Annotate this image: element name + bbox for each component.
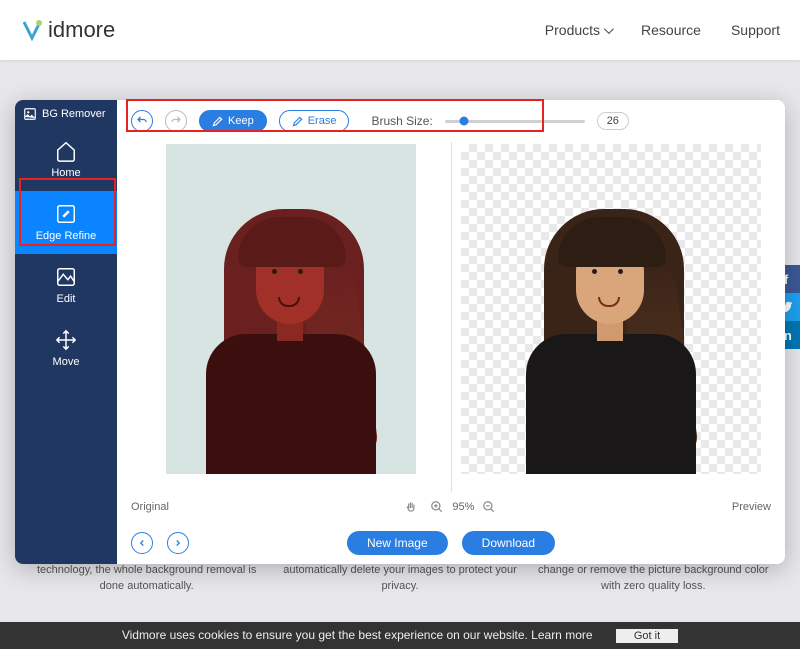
redo-button[interactable] xyxy=(165,110,187,132)
brush-keep-icon xyxy=(212,116,223,127)
nav-resource[interactable]: Resource xyxy=(641,22,701,38)
zoom-out-icon[interactable] xyxy=(482,500,496,514)
chevron-down-icon xyxy=(604,24,614,34)
nav-products[interactable]: Products xyxy=(545,22,611,38)
undo-button[interactable] xyxy=(131,110,153,132)
preview-photo xyxy=(461,144,761,474)
nav-support[interactable]: Support xyxy=(731,22,780,38)
site-header: idmore Products Resource Support xyxy=(0,0,800,60)
new-image-button[interactable]: New Image xyxy=(347,531,448,555)
move-icon xyxy=(55,329,77,351)
keep-button[interactable]: Keep xyxy=(199,110,267,132)
image-icon xyxy=(23,107,37,121)
edit-icon xyxy=(55,266,77,288)
next-image-button[interactable] xyxy=(167,532,189,554)
cookie-text: Vidmore uses cookies to ensure you get t… xyxy=(122,628,593,642)
sidebar-item-edit[interactable]: Edit xyxy=(15,254,117,317)
bg-remover-modal: BG Remover Home Edge Refine Edit Move xyxy=(15,100,785,564)
top-nav: Products Resource Support xyxy=(545,22,780,38)
action-bar: New Image Download xyxy=(117,522,785,564)
vidmore-logo-icon xyxy=(20,18,44,42)
preview-label: Preview xyxy=(732,501,771,513)
tool-sidebar: BG Remover Home Edge Refine Edit Move xyxy=(15,100,117,564)
brush-size-label: Brush Size: xyxy=(371,114,432,128)
sidebar-title: BG Remover xyxy=(15,100,117,128)
brush-size-value[interactable]: 26 xyxy=(597,112,629,130)
sidebar-item-label: Edit xyxy=(57,293,76,305)
sidebar-item-label: Home xyxy=(51,167,80,179)
pan-icon[interactable] xyxy=(404,500,418,514)
preview-pane xyxy=(452,142,772,492)
sidebar-item-edge-refine[interactable]: Edge Refine xyxy=(15,191,117,254)
slider-thumb[interactable] xyxy=(460,117,469,126)
download-button[interactable]: Download xyxy=(462,531,555,555)
edge-refine-toolbar: Keep Erase Brush Size: 26 xyxy=(117,100,785,142)
logo-text: idmore xyxy=(48,17,115,43)
vidmore-logo[interactable]: idmore xyxy=(20,17,115,43)
sidebar-item-home[interactable]: Home xyxy=(15,128,117,191)
brush-size-slider[interactable] xyxy=(445,120,585,123)
prev-image-button[interactable] xyxy=(131,532,153,554)
zoom-controls: 95% xyxy=(430,500,496,514)
sidebar-item-label: Edge Refine xyxy=(36,230,97,242)
original-photo xyxy=(166,144,416,474)
sidebar-item-move[interactable]: Move xyxy=(15,317,117,380)
zoom-in-icon[interactable] xyxy=(430,500,444,514)
cookie-accept-button[interactable]: Got it xyxy=(616,629,678,643)
preview-area xyxy=(117,142,785,492)
edge-refine-icon xyxy=(55,203,77,225)
zoom-level: 95% xyxy=(452,501,474,513)
erase-button[interactable]: Erase xyxy=(279,110,350,132)
home-icon xyxy=(55,140,77,162)
preview-bottombar: Original 95% Preview xyxy=(117,492,785,522)
editor-main: Keep Erase Brush Size: 26 xyxy=(117,100,785,564)
original-pane[interactable] xyxy=(131,142,451,492)
eraser-icon xyxy=(292,116,303,127)
sidebar-item-label: Move xyxy=(53,356,80,368)
original-label: Original xyxy=(131,501,169,513)
cookie-banner: Vidmore uses cookies to ensure you get t… xyxy=(0,622,800,649)
